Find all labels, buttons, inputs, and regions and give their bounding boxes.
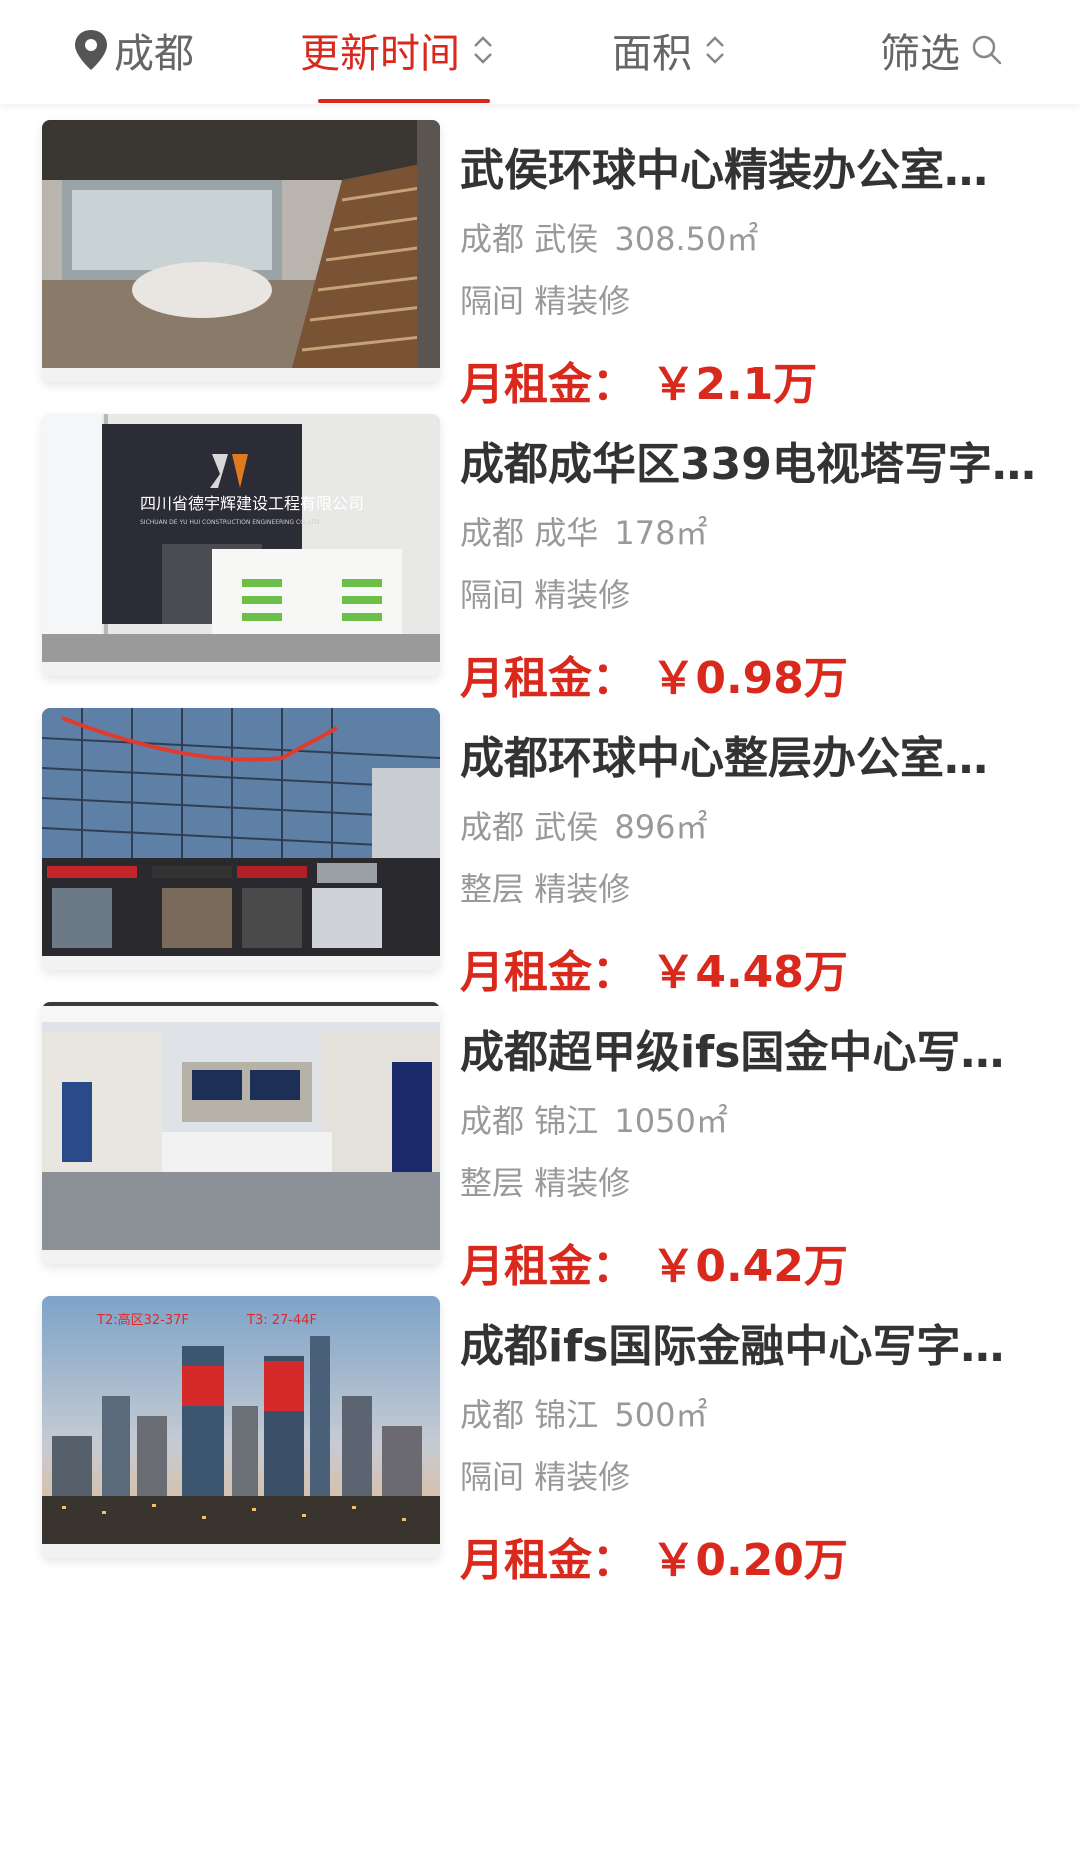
price-label: 月租金： [460, 1535, 636, 1586]
decoration-tag: 精装修 [534, 282, 631, 320]
sort-arrows-icon [706, 36, 724, 64]
filter-bar: 成都 更新时间 面积 筛选 [0, 0, 1080, 104]
property-title[interactable]: 武侯环球中心精装办公室… [460, 134, 1040, 198]
city-text: 成都 [460, 1396, 525, 1434]
property-title[interactable]: 成都超甲级ifs国金中心写… [460, 1016, 1040, 1080]
property-photo[interactable]: 四川省德宇辉建设工程有限公司 SICHUAN DE YU HUI CONSTRU… [42, 414, 440, 676]
partition-tag: 隔间 [460, 282, 525, 320]
monthly-rent: 月租金： ￥0.20万 [460, 1524, 848, 1588]
sort-update-label: 更新时间 [300, 31, 460, 77]
search-icon [972, 35, 1002, 65]
district-text: 锦江 [534, 1102, 599, 1140]
district-text: 成华 [534, 514, 599, 552]
company-name-en-text: SICHUAN DE YU HUI CONSTRUCTION ENGINEERI… [140, 519, 320, 526]
reception-desk-image: 四川省德宇辉建设工程有限公司 SICHUAN DE YU HUI CONSTRU… [42, 414, 440, 662]
tower-t3-label: T3: 27-44F [246, 1313, 317, 1328]
area-text: 308.50㎡ [614, 220, 759, 258]
building-exterior-image [42, 708, 440, 956]
sort-by-area[interactable]: 面积 [612, 0, 728, 100]
price-value: ￥0.20万 [651, 1535, 848, 1586]
property-tags: 整层 精装修 [460, 864, 630, 910]
partition-tag: 整层 [460, 870, 525, 908]
decoration-tag: 精装修 [534, 870, 631, 908]
filter-button[interactable]: 筛选 [880, 0, 1004, 100]
decoration-tag: 精装修 [534, 1164, 631, 1202]
filter-label: 筛选 [880, 31, 960, 77]
property-photo[interactable] [42, 120, 440, 382]
active-tab-indicator [318, 99, 490, 103]
area-text: 896㎡ [614, 808, 708, 846]
district-text: 锦江 [534, 1396, 599, 1434]
sort-area-label: 面积 [612, 31, 692, 77]
area-text: 178㎡ [614, 514, 708, 552]
sort-arrows-icon [474, 36, 492, 64]
district-text: 武侯 [534, 808, 599, 846]
area-text: 500㎡ [614, 1396, 708, 1434]
property-location: 成都 武侯 308.50㎡ [460, 214, 758, 260]
location-pin-icon [75, 30, 107, 70]
city-text: 成都 [460, 514, 525, 552]
city-label: 成都 [114, 31, 194, 77]
property-photo[interactable]: T2:高区32-37F T3: 27-44F [42, 1296, 440, 1558]
property-title[interactable]: 成都成华区339电视塔写字… [460, 428, 1040, 492]
property-location: 成都 武侯 896㎡ [460, 802, 707, 848]
city-skyline-image: T2:高区32-37F T3: 27-44F [42, 1296, 440, 1544]
property-tags: 隔间 精装修 [460, 276, 630, 322]
property-title[interactable]: 成都环球中心整层办公室… [460, 722, 1040, 786]
company-name-text: 四川省德宇辉建设工程有限公司 [140, 494, 364, 513]
property-tags: 隔间 精装修 [460, 570, 630, 616]
decoration-tag: 精装修 [534, 576, 631, 614]
property-tags: 整层 精装修 [460, 1158, 630, 1204]
sort-by-update-time[interactable]: 更新时间 [300, 0, 496, 100]
office-lobby-image [42, 120, 440, 368]
property-photo[interactable] [42, 1002, 440, 1264]
partition-tag: 隔间 [460, 576, 525, 614]
property-tags: 隔间 精装修 [460, 1452, 630, 1498]
property-location: 成都 锦江 500㎡ [460, 1390, 707, 1436]
property-photo[interactable] [42, 708, 440, 970]
city-selector[interactable]: 成都 [72, 0, 194, 100]
property-title[interactable]: 成都ifs国际金融中心写字… [460, 1310, 1040, 1374]
partition-tag: 隔间 [460, 1458, 525, 1496]
city-text: 成都 [460, 808, 525, 846]
district-text: 武侯 [534, 220, 599, 258]
city-text: 成都 [460, 1102, 525, 1140]
property-location: 成都 成华 178㎡ [460, 508, 707, 554]
partition-tag: 整层 [460, 1164, 525, 1202]
reception-hall-image [42, 1002, 440, 1250]
property-location: 成都 锦江 1050㎡ [460, 1096, 728, 1142]
tower-t2-label: T2:高区32-37F [96, 1312, 189, 1328]
decoration-tag: 精装修 [534, 1458, 631, 1496]
area-text: 1050㎡ [614, 1102, 728, 1140]
property-card[interactable]: T2:高区32-37F T3: 27-44F 成都ifs国际金融中心写字… 成都… [0, 1280, 1080, 1628]
city-text: 成都 [460, 220, 525, 258]
